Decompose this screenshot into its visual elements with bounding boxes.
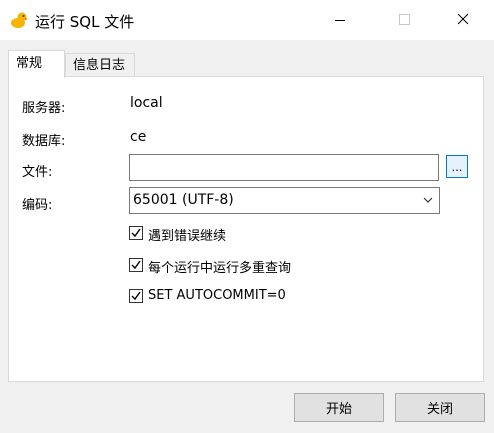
- database-label: 数据库:: [22, 134, 66, 149]
- encoding-select[interactable]: 65001 (UTF-8): [129, 187, 440, 214]
- title-bar[interactable]: 运行 SQL 文件: [0, 0, 494, 40]
- checkmark-icon: [131, 260, 141, 270]
- minimize-icon: [335, 20, 345, 21]
- continue-on-error-label: 遇到错误继续: [148, 229, 227, 244]
- server-value: local: [130, 95, 163, 111]
- multiple-queries-checkbox[interactable]: [129, 258, 143, 272]
- encoding-selected-value: 65001 (UTF-8): [133, 192, 234, 208]
- tab-general[interactable]: 常规: [8, 50, 65, 78]
- chevron-down-icon: [423, 197, 433, 203]
- database-value: ce: [130, 129, 147, 145]
- server-label: 服务器:: [22, 101, 66, 116]
- autocommit-checkbox[interactable]: [129, 289, 143, 303]
- general-tab-panel: [8, 76, 484, 382]
- close-icon: [457, 13, 469, 25]
- autocommit-label: SET AUTOCOMMIT=0: [148, 288, 286, 303]
- checkmark-icon: [131, 228, 141, 238]
- checkmark-icon: [131, 291, 141, 301]
- multiple-queries-label: 每个运行中运行多重查询: [148, 261, 292, 276]
- browse-file-button[interactable]: ...: [446, 155, 468, 178]
- maximize-button[interactable]: [381, 0, 427, 40]
- file-path-input[interactable]: [129, 154, 439, 181]
- minimize-button[interactable]: [317, 0, 363, 40]
- start-button[interactable]: 开始: [294, 393, 384, 422]
- close-window-button[interactable]: [440, 0, 486, 40]
- encoding-label: 编码:: [22, 198, 53, 213]
- tab-message-log[interactable]: 信息日志: [65, 53, 135, 77]
- close-button[interactable]: 关闭: [395, 393, 485, 422]
- window-title: 运行 SQL 文件: [35, 13, 135, 31]
- file-label: 文件:: [22, 165, 53, 180]
- maximize-icon: [399, 14, 410, 25]
- app-logo-icon: [11, 12, 28, 28]
- continue-on-error-checkbox[interactable]: [129, 226, 143, 240]
